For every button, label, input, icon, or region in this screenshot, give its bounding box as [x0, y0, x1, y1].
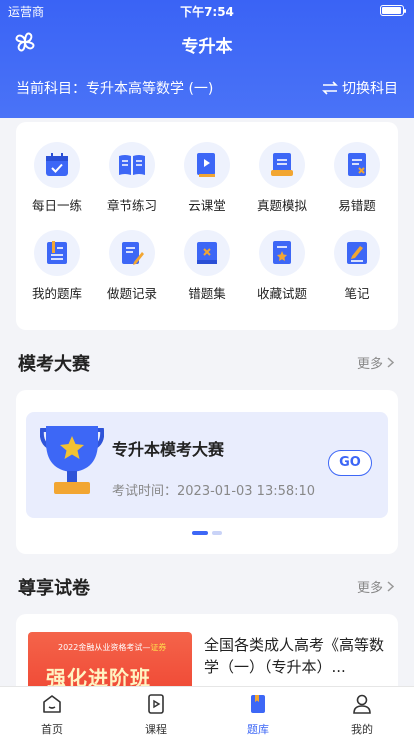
tab-question-bank[interactable]: 题库 — [218, 693, 298, 736]
video-play-icon — [197, 153, 215, 177]
carousel-indicator — [192, 531, 222, 535]
grid-label: 真题模拟 — [256, 198, 307, 213]
chevron-right-icon — [387, 357, 394, 368]
bottom-tab-bar: 首页 课程 题库 我的 — [0, 686, 414, 736]
question-bank-icon — [47, 241, 67, 264]
status-bar: 运营商 下午7:54 — [0, 0, 414, 20]
grid-item-practice-record[interactable]: 做题记录 — [94, 230, 170, 302]
battery-icon — [380, 5, 406, 16]
course-icon — [148, 694, 164, 714]
note-pen-icon — [347, 242, 367, 264]
grid-item-error-prone[interactable]: 易错题 — [319, 142, 395, 214]
edit-record-icon — [122, 242, 144, 265]
grid-item-chapter-practice[interactable]: 章节练习 — [94, 142, 170, 214]
contest-more-link[interactable]: 更多 — [357, 353, 394, 372]
grid-label: 每日一练 — [31, 198, 82, 213]
carousel-dot-active — [192, 531, 208, 535]
switch-arrows-icon — [322, 81, 338, 95]
home-icon — [43, 695, 61, 713]
tab-home[interactable]: 首页 — [12, 693, 92, 736]
grid-label: 笔记 — [344, 286, 370, 301]
grid-item-my-bank[interactable]: 我的题库 — [19, 230, 95, 302]
section-title-papers: 尊享试卷 — [18, 578, 90, 599]
grid-label: 易错题 — [338, 198, 376, 213]
grid-label: 做题记录 — [106, 286, 157, 301]
tab-label: 我的 — [351, 723, 373, 736]
thumb-top-highlight: 证券 — [150, 643, 167, 652]
contest-banner[interactable]: 专升本模考大赛 考试时间：2023-01-03 13:58:10 GO — [26, 412, 388, 518]
grid-item-wrong-set[interactable]: 错题集 — [169, 230, 245, 302]
exam-paper-icon — [271, 153, 293, 176]
section-title-contest: 模考大赛 — [18, 354, 90, 375]
page-title: 专升本 — [181, 37, 233, 57]
contest-title: 专升本模考大赛 — [112, 440, 225, 459]
calendar-check-icon — [46, 153, 68, 176]
more-label: 更多 — [356, 357, 383, 372]
question-bank-tab-icon — [251, 695, 265, 713]
grid-label: 我的题库 — [31, 286, 82, 301]
grid-item-favorite-questions[interactable]: 收藏试题 — [244, 230, 320, 302]
subject-bar: 当前科目：专升本高等数学 (一) 切换科目 — [16, 76, 398, 98]
tab-label: 首页 — [41, 723, 63, 736]
tab-profile[interactable]: 我的 — [322, 693, 402, 736]
grid-label: 错题集 — [188, 286, 226, 301]
function-grid: 每日一练 章节练习 云课堂 真题模拟 易错题 我的题库 做题记录 错题集 收藏试… — [16, 122, 398, 330]
status-time: 下午7:54 — [180, 5, 234, 19]
papers-more-link[interactable]: 更多 — [357, 577, 394, 596]
contest-time: 考试时间：2023-01-03 13:58:10 — [112, 484, 316, 499]
contest-card: 专升本模考大赛 考试时间：2023-01-03 13:58:10 GO — [16, 390, 398, 554]
chevron-right-icon — [387, 581, 394, 592]
more-label: 更多 — [356, 581, 383, 596]
tab-course[interactable]: 课程 — [116, 693, 196, 736]
grid-item-daily-practice[interactable]: 每日一练 — [19, 142, 95, 214]
paper-title: 全国各类成人高考《高等数学（一）（专升本）... — [204, 636, 385, 676]
contest-go-button[interactable]: GO — [328, 450, 372, 476]
grid-label: 云课堂 — [188, 198, 226, 213]
grid-item-cloud-class[interactable]: 云课堂 — [169, 142, 245, 214]
star-doc-icon — [273, 241, 291, 264]
thumb-top-text: 2022金融从业资格考试— — [58, 643, 151, 652]
profile-icon — [353, 694, 371, 714]
error-doc-icon — [348, 153, 366, 176]
grid-item-real-exam[interactable]: 真题模拟 — [244, 142, 320, 214]
carousel-dot — [212, 531, 222, 535]
wrong-set-icon — [197, 242, 217, 264]
grid-item-notes[interactable]: 笔记 — [319, 230, 395, 302]
current-subject: 当前科目：专升本高等数学 (一) — [16, 81, 214, 97]
grid-label: 收藏试题 — [256, 286, 307, 301]
open-book-icon — [119, 155, 145, 175]
grid-label: 章节练习 — [106, 198, 157, 213]
switch-subject-button[interactable]: 切换科目 — [322, 78, 398, 98]
tab-label: 题库 — [247, 723, 269, 736]
switch-subject-label: 切换科目 — [342, 81, 398, 97]
tab-label: 课程 — [145, 723, 167, 736]
trophy-icon — [40, 426, 104, 494]
header-bar: 运营商 下午7:54 专升本 当前科目：专升本高等数学 (一) 切换科目 — [0, 0, 414, 118]
